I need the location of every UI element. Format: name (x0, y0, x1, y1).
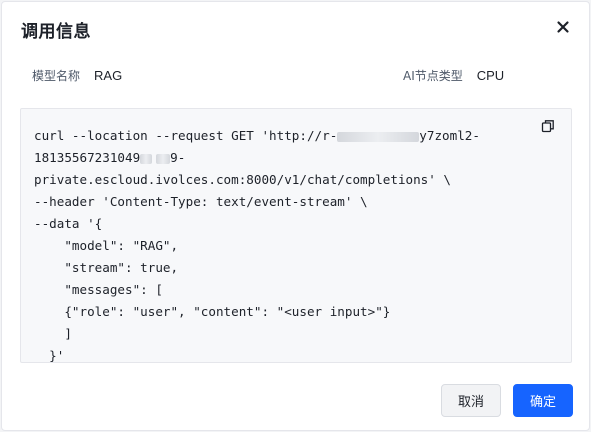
code-line-7: "stream": true, (34, 260, 179, 275)
code-line-8: "messages": [ (34, 282, 163, 297)
code-line-10: ] (34, 326, 72, 341)
node-type-label: AI节点类型 (403, 69, 463, 83)
cancel-button[interactable]: 取消 (441, 384, 501, 417)
redacted-mask (140, 153, 153, 164)
code-line-3: private.escloud.ivolces.com:8000/v1/chat… (34, 172, 452, 187)
model-name-row: 模型名称 RAG (32, 67, 122, 84)
dialog-title: 调用信息 (21, 22, 91, 42)
copy-icon[interactable] (541, 118, 555, 133)
code-line-2: 18135567231049 9- (34, 150, 186, 165)
redacted-mask (337, 131, 420, 142)
ok-button[interactable]: 确定 (513, 384, 573, 417)
code-line-1: curl --location --request GET 'http://r-… (34, 128, 480, 143)
code-line-4: --header 'Content-Type: text/event-strea… (34, 194, 368, 209)
code-block: curl --location --request GET 'http://r-… (20, 108, 572, 363)
node-type-row: AI节点类型 CPU (403, 67, 504, 84)
call-info-dialog: 调用信息 模型名称 RAG AI节点类型 CPU curl --location -… (1, 1, 590, 431)
code-line-11: }' (34, 348, 65, 363)
code-line-9: {"role": "user", "content": "<user input… (34, 304, 391, 319)
code-line-5: --data '{ (34, 216, 103, 231)
node-type-value: CPU (476, 68, 505, 83)
curl-command: curl --location --request GET 'http://r-… (34, 125, 480, 367)
code-line-6: "model": "RAG", (34, 238, 179, 253)
redacted-mask (156, 153, 171, 164)
model-name-label: 模型名称 (32, 69, 81, 83)
model-name-value: RAG (94, 68, 123, 83)
close-icon[interactable] (555, 19, 571, 35)
